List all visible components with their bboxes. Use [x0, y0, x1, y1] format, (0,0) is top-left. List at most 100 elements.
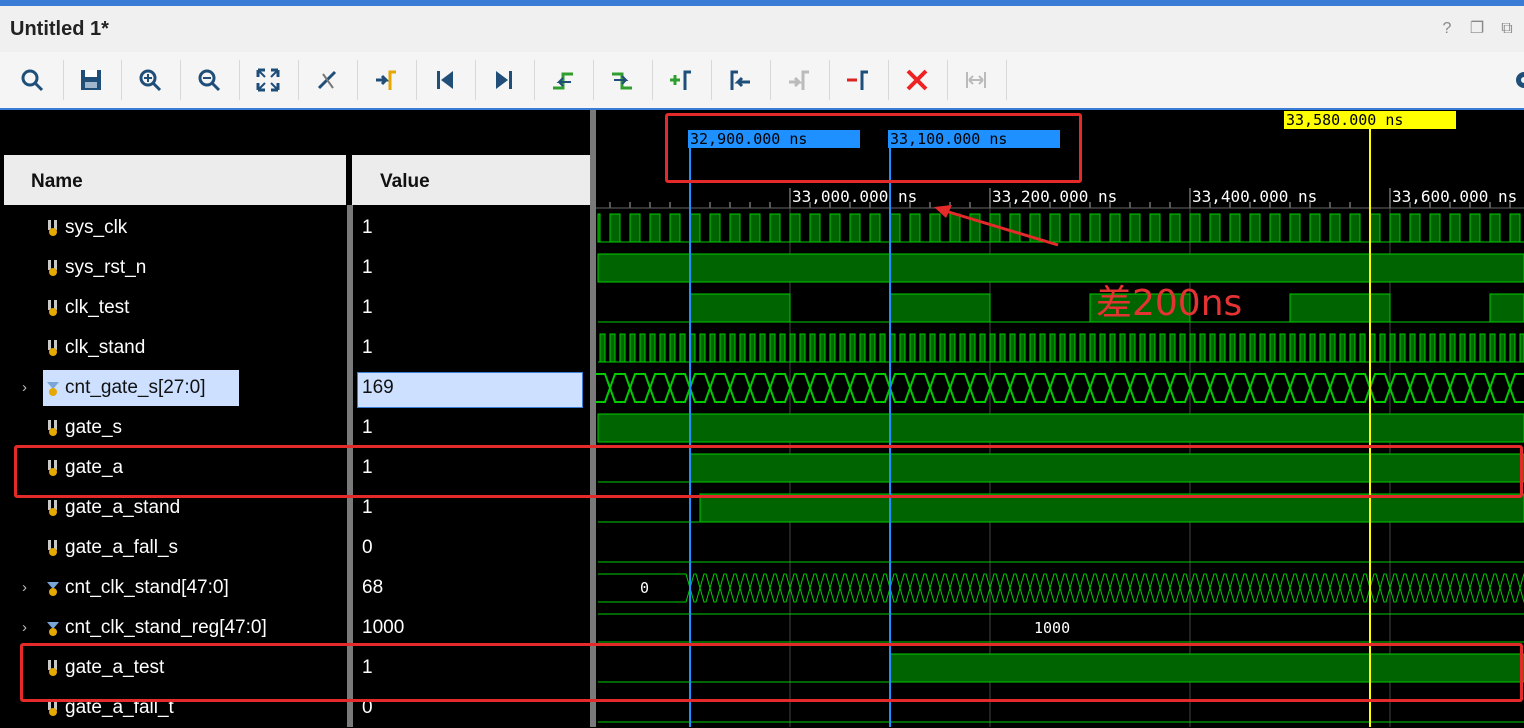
clk-stand-wave-high: [759, 333, 766, 363]
next-transition-icon[interactable]: [608, 66, 638, 94]
clk-stand-wave-high: [869, 333, 876, 363]
cnt-clk-stand-segment: [1509, 573, 1521, 603]
sys-clk-wave-high: [609, 213, 621, 243]
cnt-clk-stand-segment: [1289, 573, 1301, 603]
signal-row[interactable]: sys_clk: [4, 208, 347, 248]
signal-row[interactable]: › cnt_clk_stand_reg[47:0]: [4, 608, 347, 648]
expand-icon[interactable]: ›: [22, 619, 27, 636]
clk-stand-wave-high: [1499, 333, 1506, 363]
cnt-clk-stand-segment: [739, 573, 751, 603]
remove-marker-icon[interactable]: [844, 66, 874, 94]
go-to-time-zero-icon[interactable]: [431, 66, 461, 94]
cursor-time-label[interactable]: 33,580.000 ns: [1284, 111, 1456, 129]
clk-stand-wave-high: [629, 333, 636, 363]
signal-row[interactable]: gate_s: [4, 408, 347, 448]
add-marker-icon[interactable]: [667, 66, 697, 94]
next-marker-icon[interactable]: [785, 66, 815, 94]
clk-stand-wave-high: [949, 333, 956, 363]
signal-row[interactable]: clk_test: [4, 288, 347, 328]
cnt-gate-s-segment: [708, 373, 732, 403]
cnt-clk-stand-segment: [899, 573, 911, 603]
cnt-gate-s-segment: [1008, 373, 1032, 403]
signal-row[interactable]: › cnt_gate_s[27:0]: [4, 368, 347, 408]
value-row[interactable]: 169: [353, 368, 590, 408]
toolbar: [0, 52, 1524, 110]
delete-icon[interactable]: [903, 66, 933, 94]
sys-clk-wave-high: [709, 213, 721, 243]
cnt-gate-s-segment: [688, 373, 712, 403]
value-column-header[interactable]: Value: [380, 171, 430, 193]
clk-stand-wave-high: [1429, 333, 1436, 363]
cnt-clk-stand-segment: [1029, 573, 1041, 603]
previous-transition-icon[interactable]: [549, 66, 579, 94]
cnt-gate-s-segment: [1068, 373, 1092, 403]
clk-stand-wave-high: [1259, 333, 1266, 363]
save-icon[interactable]: [77, 66, 107, 94]
value-row[interactable]: 1: [353, 208, 590, 248]
value-row[interactable]: 1: [353, 248, 590, 288]
value-row[interactable]: 1: [353, 408, 590, 448]
signal-row[interactable]: gate_a_fall_s: [4, 528, 347, 568]
clk-stand-wave-high: [1229, 333, 1236, 363]
sys-clk-wave-high: [1489, 213, 1501, 243]
signal-value: 1: [362, 297, 373, 318]
cnt-clk-stand-segment: [1229, 573, 1241, 603]
maximize-icon[interactable]: ⧉: [1498, 20, 1516, 38]
clk-stand-wave-high: [1119, 333, 1126, 363]
sys-clk-wave-high: [1249, 213, 1261, 243]
cnt-clk-stand-segment: [1399, 573, 1411, 603]
signal-row[interactable]: clk_stand: [4, 328, 347, 368]
value-row[interactable]: 68: [353, 568, 590, 608]
signal-row[interactable]: › cnt_clk_stand[47:0]: [4, 568, 347, 608]
zoom-out-icon[interactable]: [195, 66, 225, 94]
signal-value: 169: [362, 377, 394, 398]
cnt-clk-stand-segment: [1329, 573, 1341, 603]
sys-clk-wave-high: [1289, 213, 1301, 243]
cnt-clk-stand-segment: [1499, 573, 1511, 603]
clk-stand-wave-high: [619, 333, 626, 363]
settings-icon[interactable]: [1510, 66, 1524, 94]
clk-stand-wave-high: [1179, 333, 1186, 363]
cnt-clk-stand-segment: [699, 573, 711, 603]
expand-icon[interactable]: ›: [22, 379, 27, 396]
name-column-header[interactable]: Name: [31, 171, 83, 193]
signal-name: cnt_clk_stand_reg[47:0]: [65, 617, 267, 638]
zoom-to-cursor-icon[interactable]: [313, 66, 343, 94]
help-icon[interactable]: ?: [1438, 20, 1456, 38]
sys-clk-wave-high: [729, 213, 741, 243]
signal-icon: [48, 220, 57, 236]
clk-stand-wave-high: [1089, 333, 1096, 363]
value-row[interactable]: 0: [353, 528, 590, 568]
sys-clk-wave-high: [1469, 213, 1481, 243]
waveform-viewer[interactable]: 33,000.000 ns 33,200.000 ns 33,400.000 ns 3…: [596, 110, 1524, 727]
value-row[interactable]: 1: [353, 328, 590, 368]
cnt-clk-stand-segment: [749, 573, 761, 603]
previous-marker-icon[interactable]: [726, 66, 756, 94]
signal-name: gate_a_fall_s: [65, 537, 179, 558]
value-row[interactable]: 1: [353, 288, 590, 328]
swap-cursors-icon[interactable]: [962, 66, 992, 94]
restore-icon[interactable]: ❐: [1468, 20, 1486, 38]
cnt-gate-s-segment: [1148, 373, 1172, 403]
sys-clk-wave-high: [1109, 213, 1121, 243]
signal-row[interactable]: sys_rst_n: [4, 248, 347, 288]
clk-stand-wave-high: [829, 333, 836, 363]
expand-icon[interactable]: ›: [22, 579, 27, 596]
value-row[interactable]: 1000: [353, 608, 590, 648]
zoom-fit-icon[interactable]: [254, 66, 284, 94]
clk-stand-wave-high: [1019, 333, 1026, 363]
go-to-last-time-icon[interactable]: [490, 66, 520, 94]
cnt-gate-s-segment: [1488, 373, 1512, 403]
clk-stand-wave-high: [709, 333, 716, 363]
clk-stand-wave-high: [1129, 333, 1136, 363]
clk-stand-wave-high: [779, 333, 786, 363]
cnt-gate-s-segment: [1128, 373, 1152, 403]
cnt-clk-stand-segment: [1239, 573, 1251, 603]
signal-icon: [48, 420, 57, 436]
go-to-cursor-icon[interactable]: [372, 66, 402, 94]
cnt-gate-s-segment: [1228, 373, 1252, 403]
zoom-in-icon[interactable]: [136, 66, 166, 94]
clk-stand-wave-high: [839, 333, 846, 363]
search-icon[interactable]: [18, 66, 48, 94]
cnt-clk-stand-segment: [779, 573, 791, 603]
